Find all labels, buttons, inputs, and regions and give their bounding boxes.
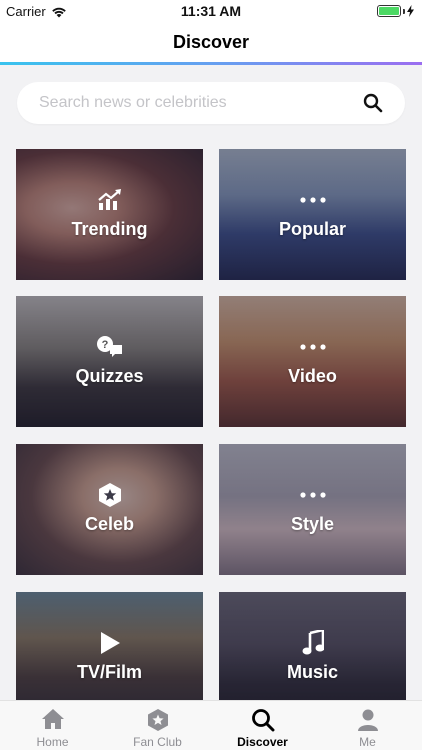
tile-popular[interactable]: Popular: [219, 149, 406, 280]
tile-trending[interactable]: Trending: [16, 149, 203, 280]
search-bar[interactable]: [17, 82, 405, 124]
search-icon: [251, 709, 274, 732]
trending-chart-icon: [97, 189, 121, 210]
question-chat-icon: ?: [96, 336, 122, 357]
dots-icon: [299, 197, 326, 203]
tab-bar: Home Fan Club Discover Me: [0, 700, 422, 750]
tile-celeb[interactable]: Celeb: [16, 444, 203, 575]
tile-video[interactable]: Video: [219, 296, 406, 427]
tile-label: Popular: [278, 219, 346, 239]
tile-label: Music: [286, 662, 338, 682]
person-icon: [357, 709, 378, 731]
tab-label: Home: [36, 735, 69, 749]
tile-label: Quizzes: [75, 366, 144, 386]
tile-label: Video: [288, 366, 337, 386]
music-note-icon: [302, 630, 324, 655]
play-icon: [100, 632, 120, 654]
tab-fan-club[interactable]: Fan Club: [105, 701, 210, 750]
tile-label: Trending: [71, 219, 148, 239]
tile-tv-film[interactable]: TV/Film: [16, 592, 203, 700]
tab-me[interactable]: Me: [315, 701, 420, 750]
home-icon: [41, 709, 64, 729]
search-input[interactable]: [39, 82, 349, 124]
fan-club-hexagon-icon: [147, 709, 168, 731]
charging-bolt-icon: [407, 5, 414, 17]
status-bar: Carrier 11:31 AM: [0, 0, 422, 22]
tile-style[interactable]: Style: [219, 444, 406, 575]
tab-home[interactable]: Home: [0, 701, 105, 750]
accent-divider: [0, 62, 422, 65]
dots-icon: [299, 344, 326, 350]
tab-label: Me: [359, 735, 376, 749]
tab-discover[interactable]: Discover: [210, 701, 315, 750]
tab-label: Fan Club: [133, 735, 182, 749]
status-time: 11:31 AM: [180, 3, 242, 19]
svg-text:?: ?: [101, 339, 108, 351]
battery-icon: [377, 5, 401, 17]
battery-indicator: [377, 5, 414, 17]
tab-label: Discover: [237, 735, 288, 749]
page-title: Discover: [172, 32, 250, 52]
tile-label: Style: [290, 514, 335, 534]
search-icon[interactable]: [363, 93, 383, 113]
star-hexagon-icon: [98, 483, 121, 507]
category-grid: Trending Popular ? Quizzes Video Celeb S…: [16, 149, 406, 700]
tile-music[interactable]: Music: [219, 592, 406, 700]
tile-label: Celeb: [84, 514, 135, 534]
dots-icon: [299, 492, 326, 498]
tile-label: TV/Film: [76, 662, 142, 682]
navigation-bar: Discover: [0, 22, 422, 62]
tile-quizzes[interactable]: ? Quizzes: [16, 296, 203, 427]
